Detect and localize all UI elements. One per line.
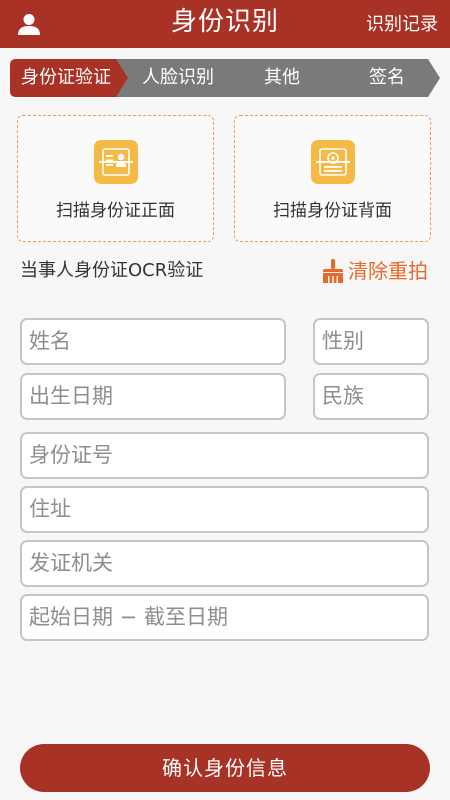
scan-back-button[interactable]: 扫描身份证背面	[234, 115, 431, 242]
scan-back-label: 扫描身份证背面	[273, 201, 392, 221]
step-face-recognition[interactable]: 人脸识别	[128, 59, 228, 97]
validity-period-field[interactable]: 起始日期 − 截至日期	[20, 594, 429, 641]
gender-field[interactable]: 性别	[313, 318, 429, 365]
step-other[interactable]: 其他	[232, 59, 332, 97]
id-number-field[interactable]: 身份证号	[20, 432, 429, 479]
step-signature[interactable]: 签名	[337, 59, 437, 97]
scan-front-button[interactable]: 扫描身份证正面	[17, 115, 214, 242]
app-header: 身份识别 识别记录	[0, 0, 450, 48]
scan-front-label: 扫描身份证正面	[56, 201, 175, 221]
broom-icon	[323, 259, 343, 283]
ethnicity-field[interactable]: 民族	[313, 373, 429, 420]
records-link[interactable]: 识别记录	[366, 13, 438, 37]
ocr-section-title: 当事人身份证OCR验证	[20, 260, 204, 281]
clear-retake-button[interactable]: 清除重拍	[323, 257, 428, 285]
name-field[interactable]: 姓名	[20, 318, 286, 365]
id-card-back-icon	[310, 140, 355, 184]
id-card-front-icon	[93, 140, 138, 184]
issuing-authority-field[interactable]: 发证机关	[20, 540, 429, 587]
birth-date-field[interactable]: 出生日期	[20, 373, 286, 420]
step-id-verify[interactable]: 身份证验证	[14, 59, 118, 97]
address-field[interactable]: 住址	[20, 486, 429, 533]
confirm-identity-button[interactable]: 确认身份信息	[20, 744, 430, 792]
step-progress: 身份证验证 人脸识别 其他 签名	[10, 59, 440, 97]
clear-retake-label: 清除重拍	[348, 259, 428, 283]
